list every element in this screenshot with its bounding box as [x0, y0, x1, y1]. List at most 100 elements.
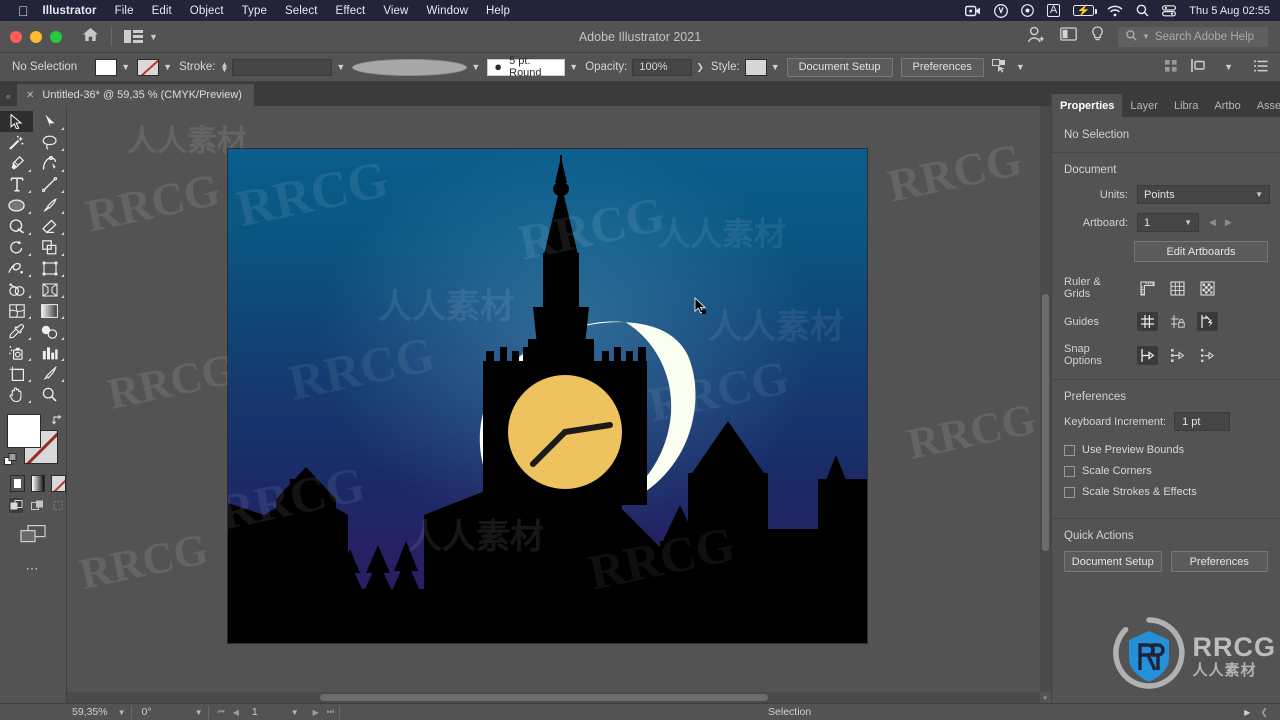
stroke-weight-field[interactable] [232, 58, 333, 76]
wifi-icon[interactable] [1107, 5, 1123, 17]
free-transform-tool[interactable] [33, 258, 66, 279]
chevron-down-icon[interactable]: ▼ [1142, 32, 1150, 41]
none-mode[interactable] [51, 475, 67, 492]
menubar-clock[interactable]: Thu 5 Aug 02:55 [1189, 5, 1270, 17]
close-window-button[interactable] [10, 30, 22, 43]
scale-corners-checkbox[interactable]: Scale Corners [1052, 465, 1280, 486]
stroke-weight-stepper[interactable]: ▲ ▼ [221, 61, 229, 74]
show-rulers-icon[interactable] [1137, 279, 1158, 298]
next-artboard-icon[interactable]: ▶ [1225, 217, 1232, 228]
maximize-window-button[interactable] [50, 30, 62, 43]
canvas-area[interactable]: RRCG RRCG RRCG RRCG RRCG 人人素材 人人素材 [67, 106, 1051, 703]
graphic-style-swatch[interactable] [744, 58, 767, 76]
slice-tool[interactable] [33, 363, 66, 384]
rotation-dropdown-icon[interactable]: ▼ [157, 704, 208, 720]
menu-item-file[interactable]: File [115, 5, 134, 17]
first-artboard-icon[interactable]: ⏮ [218, 707, 225, 717]
canvas-horizontal-scrollbar[interactable] [67, 692, 1040, 703]
close-tab-icon[interactable]: ✕ [26, 90, 34, 101]
tab-libraries[interactable]: Libra [1166, 94, 1206, 117]
status-menu-icon[interactable]: ▶ [1239, 704, 1255, 720]
quick-document-setup-button[interactable]: Document Setup [1064, 551, 1162, 572]
perspective-grid-tool[interactable] [33, 279, 66, 300]
lock-guides-icon[interactable] [1167, 312, 1188, 331]
artboard-canvas[interactable]: RRCG RRCG RRCG RRCG RRCG RRCG 人人素材 人人素材 … [228, 149, 867, 643]
previous-artboard-icon[interactable]: ◀ [1209, 217, 1216, 228]
menu-item-type[interactable]: Type [242, 5, 267, 17]
artboard-dropdown-icon[interactable]: ▼ [263, 704, 304, 720]
scale-strokes-effects-checkbox[interactable]: Scale Strokes & Effects [1052, 486, 1280, 507]
rotate-tool[interactable] [0, 237, 33, 258]
snap-to-pixel-icon[interactable] [1197, 346, 1218, 365]
document-tab[interactable]: ✕ Untitled-36* @ 59,35 % (CMYK/Preview) [17, 84, 254, 106]
rotation-field[interactable]: 0° [132, 704, 157, 720]
chevron-down-icon[interactable]: ▼ [771, 62, 780, 72]
tab-artboards[interactable]: Artbo [1206, 94, 1248, 117]
menu-item-help[interactable]: Help [486, 5, 510, 17]
line-segment-tool[interactable] [33, 174, 66, 195]
options-menu-icon[interactable] [1254, 59, 1268, 75]
snap-to-point-icon[interactable] [1137, 345, 1158, 365]
lasso-tool[interactable] [33, 132, 66, 153]
artboard-number-field[interactable]: 1 [244, 704, 263, 720]
direct-selection-tool[interactable] [33, 111, 66, 132]
search-adobe-help-input[interactable]: ▼ Search Adobe Help [1118, 26, 1268, 47]
chevron-down-icon[interactable]: ▼ [121, 62, 130, 72]
paintbrush-tool[interactable] [33, 195, 66, 216]
blend-tool[interactable] [33, 321, 66, 342]
draw-normal-mode[interactable] [9, 498, 24, 513]
scroll-corner-icon[interactable]: ▾ [1040, 692, 1050, 703]
magic-wand-tool[interactable] [0, 132, 33, 153]
preferences-button[interactable]: Preferences [900, 57, 984, 77]
chevron-down-icon[interactable]: ▼ [1016, 62, 1025, 72]
menu-item-view[interactable]: View [383, 5, 408, 17]
chevron-down-icon[interactable]: ▼ [471, 62, 480, 72]
curvature-tool[interactable] [33, 153, 66, 174]
expand-status-icon[interactable]: ❮ [1255, 704, 1280, 720]
stroke-color-swatch[interactable] [137, 58, 160, 76]
chevron-down-icon[interactable]: ▼ [569, 62, 578, 72]
chevron-down-icon[interactable]: ▼ [149, 32, 158, 42]
draw-inside-mode[interactable] [52, 498, 66, 513]
ellipse-tool[interactable] [0, 195, 33, 216]
show-guides-icon[interactable] [1137, 312, 1158, 331]
fill-color-swatch[interactable] [95, 58, 118, 76]
chevron-down-icon[interactable]: ▼ [163, 62, 172, 72]
scale-tool[interactable] [33, 237, 66, 258]
width-tool[interactable] [0, 258, 33, 279]
distribute-icon[interactable] [1191, 59, 1206, 75]
zoom-level-field[interactable]: 59,35% [67, 704, 113, 720]
menu-item-window[interactable]: Window [426, 5, 468, 17]
selection-tool[interactable] [0, 111, 33, 132]
units-select[interactable]: Points ▼ [1137, 185, 1270, 204]
play-circle-icon[interactable] [1021, 4, 1034, 17]
control-center-icon[interactable] [1162, 4, 1177, 17]
opacity-options-icon[interactable]: ❯ [696, 62, 704, 73]
menu-item-select[interactable]: Select [285, 5, 318, 17]
edit-toolbar-icon[interactable]: ⋯ [0, 543, 66, 577]
input-source-icon[interactable]: A [1046, 4, 1061, 17]
keyboard-increment-field[interactable]: 1 pt [1174, 412, 1231, 431]
apple-icon[interactable]:  [18, 4, 29, 18]
eyedropper-tool[interactable] [0, 321, 33, 342]
previous-artboard-icon[interactable]: ◀ [233, 708, 239, 717]
smart-guides-icon[interactable] [1197, 312, 1218, 331]
fill-swatch-white[interactable] [7, 414, 41, 448]
use-preview-bounds-checkbox[interactable]: Use Preview Bounds [1052, 444, 1280, 465]
change-screen-mode-icon[interactable] [0, 513, 66, 543]
shaper-tool[interactable] [0, 216, 33, 237]
screen-record-icon[interactable] [964, 5, 981, 17]
shape-builder-tool[interactable] [0, 279, 33, 300]
draw-behind-mode[interactable] [30, 498, 44, 513]
tab-properties[interactable]: Properties [1052, 94, 1123, 117]
battery-charging-icon[interactable]: ⚡ [1073, 5, 1097, 17]
eraser-tool[interactable] [33, 216, 66, 237]
menu-item-object[interactable]: Object [190, 5, 224, 17]
home-icon[interactable] [82, 27, 99, 46]
next-artboard-icon[interactable]: ▶ [313, 708, 319, 717]
opacity-field[interactable]: 100% [632, 58, 693, 76]
column-graph-tool[interactable] [33, 342, 66, 363]
share-document-icon[interactable] [1060, 27, 1077, 46]
zoom-dropdown-icon[interactable]: ▼ [113, 704, 131, 720]
show-grid-icon[interactable] [1167, 279, 1188, 298]
